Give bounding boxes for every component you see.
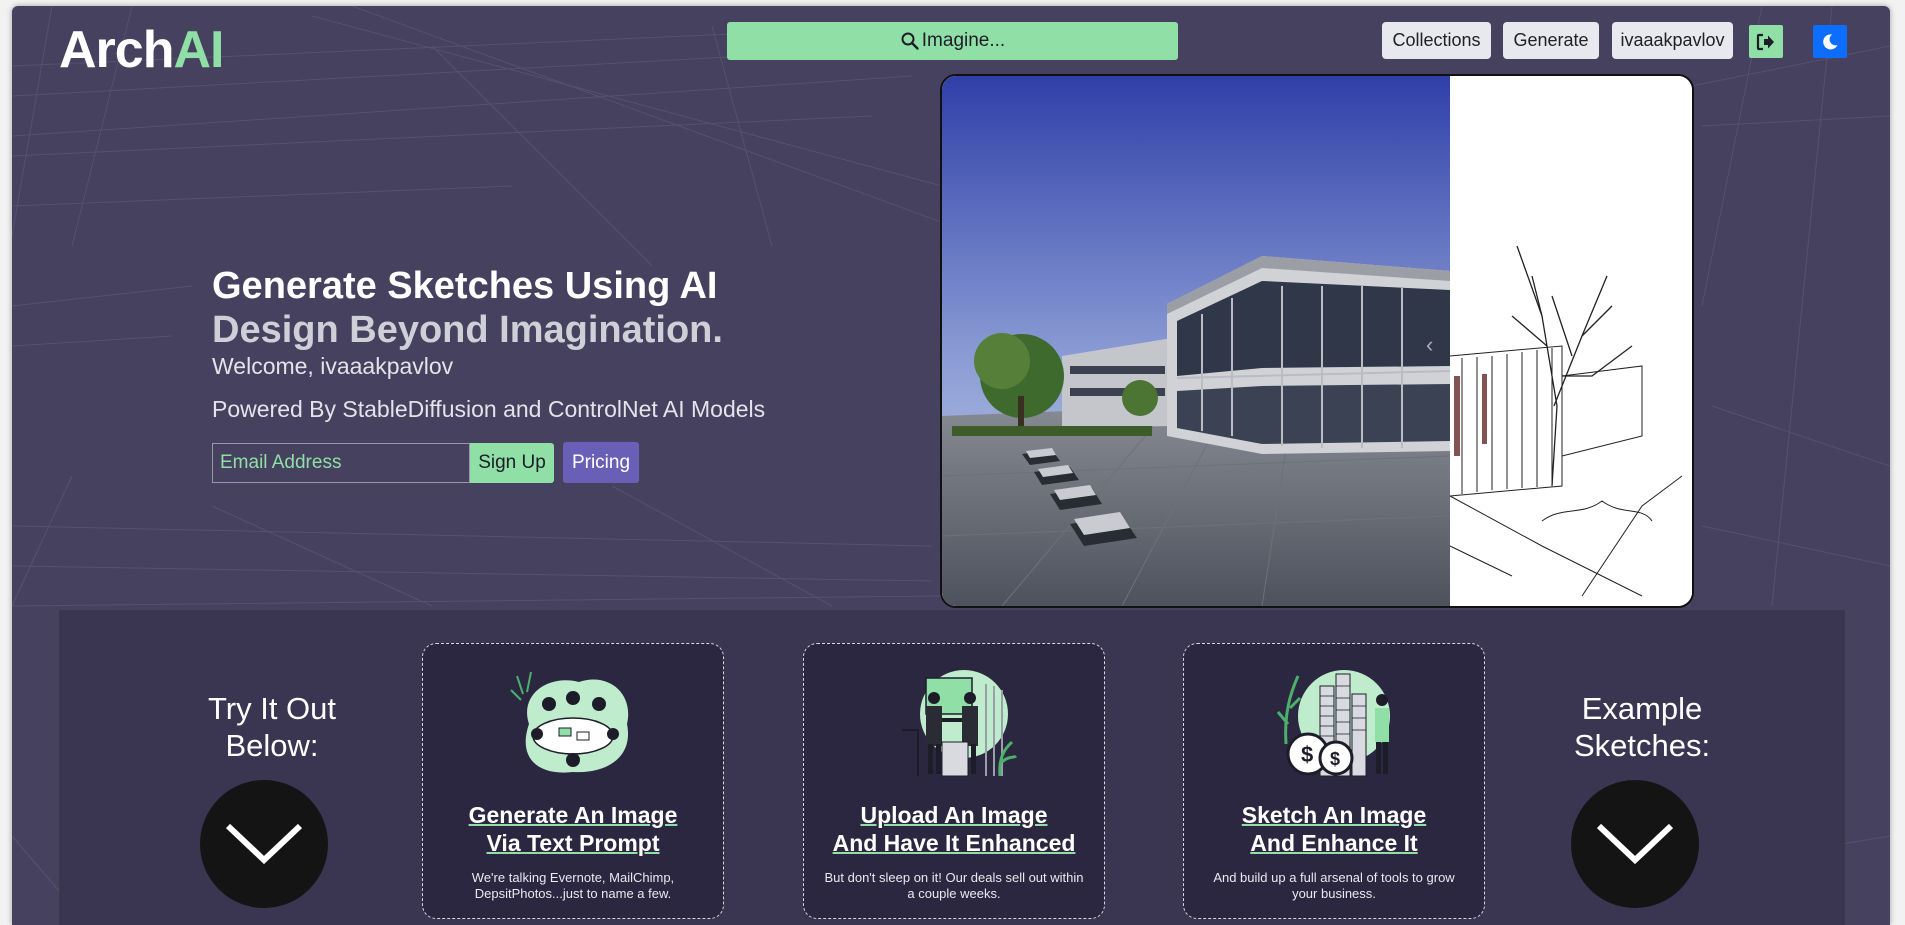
search-icon [901,32,919,50]
hero-subtitle: Design Beyond Imagination. [212,309,723,351]
card-title[interactable]: Generate An Image Via Text Prompt [423,801,723,857]
example-sketches-scroll-button[interactable] [1571,780,1699,908]
card-title-line1: Upload An Image [860,802,1048,828]
theme-toggle-button[interactable] [1813,25,1847,58]
nav-collections-button[interactable]: Collections [1382,22,1491,59]
carousel-image-render-sketch [942,76,1692,606]
card-description: We're talking Evernote, MailChimp, Depsi… [471,870,675,901]
chevron-left-icon[interactable]: ‹ [1426,332,1433,358]
image-carousel[interactable]: ‹ › [940,74,1694,608]
svg-text:$: $ [1301,742,1313,767]
hero-title: Generate Sketches Using AI [212,265,718,307]
welcome-text: Welcome, ivaaakpavlov [212,353,454,379]
powered-by-text: Powered By StableDiffusion and ControlNe… [212,396,766,422]
logo[interactable]: ArchAI [59,21,224,79]
svg-text:$: $ [1330,749,1340,769]
card-title-line2: And Have It Enhanced [832,830,1076,856]
app-window: ArchAI Imagine... Collections Generate i… [12,6,1890,925]
logout-button[interactable] [1749,25,1783,58]
moon-icon [1823,33,1838,49]
try-it-out-title: Try It Out Below: [207,691,337,763]
team-meeting-illustration [510,671,629,773]
chevron-down-icon [225,823,303,865]
logo-text-ai: AI [173,21,224,79]
card-title-line2: And Enhance It [1250,830,1418,856]
sign-up-button[interactable]: Sign Up [470,443,554,483]
card-title[interactable]: Upload An Image And Have It Enhanced [804,801,1104,857]
card-title-line2: Via Text Prompt [486,830,660,856]
search-label: Imagine... [921,30,1006,51]
example-sketches-title: Example Sketches: [1573,691,1711,763]
card-description: And build up a full arsenal of tools to … [1213,870,1455,901]
feature-card-sketch-enhance[interactable]: $ $ Sketch An Image And Enhance It And b… [1183,643,1485,919]
email-field[interactable]: Email Address [212,443,470,483]
card-title-line1: Sketch An Image [1241,802,1427,828]
feature-card-text-prompt[interactable]: Generate An Image Via Text Prompt We're … [422,643,724,919]
handshake-illustration [902,670,1018,777]
card-title[interactable]: Sketch An Image And Enhance It [1184,801,1484,857]
logo-text-arch: Arch [59,21,174,79]
try-it-out-scroll-button[interactable] [200,780,328,908]
chevron-right-icon[interactable]: › [1464,332,1471,358]
email-placeholder: Email Address [220,452,342,473]
feature-card-upload-enhance[interactable]: Upload An Image And Have It Enhanced But… [803,643,1105,919]
hero-text: Generate Sketches Using AI Design Beyond… [212,264,772,423]
chevron-down-icon [1596,823,1674,865]
money-growth-illustration: $ $ [1276,670,1390,777]
card-description: But don't sleep on it! Our deals sell ou… [824,870,1084,901]
sign-out-icon [1756,33,1774,50]
nav-user-button[interactable]: ivaaakpavlov [1612,22,1733,59]
nav-generate-button[interactable]: Generate [1503,22,1599,59]
imagine-search-button[interactable]: Imagine... [727,22,1178,60]
pricing-button[interactable]: Pricing [563,442,639,483]
card-title-line1: Generate An Image [468,802,678,828]
